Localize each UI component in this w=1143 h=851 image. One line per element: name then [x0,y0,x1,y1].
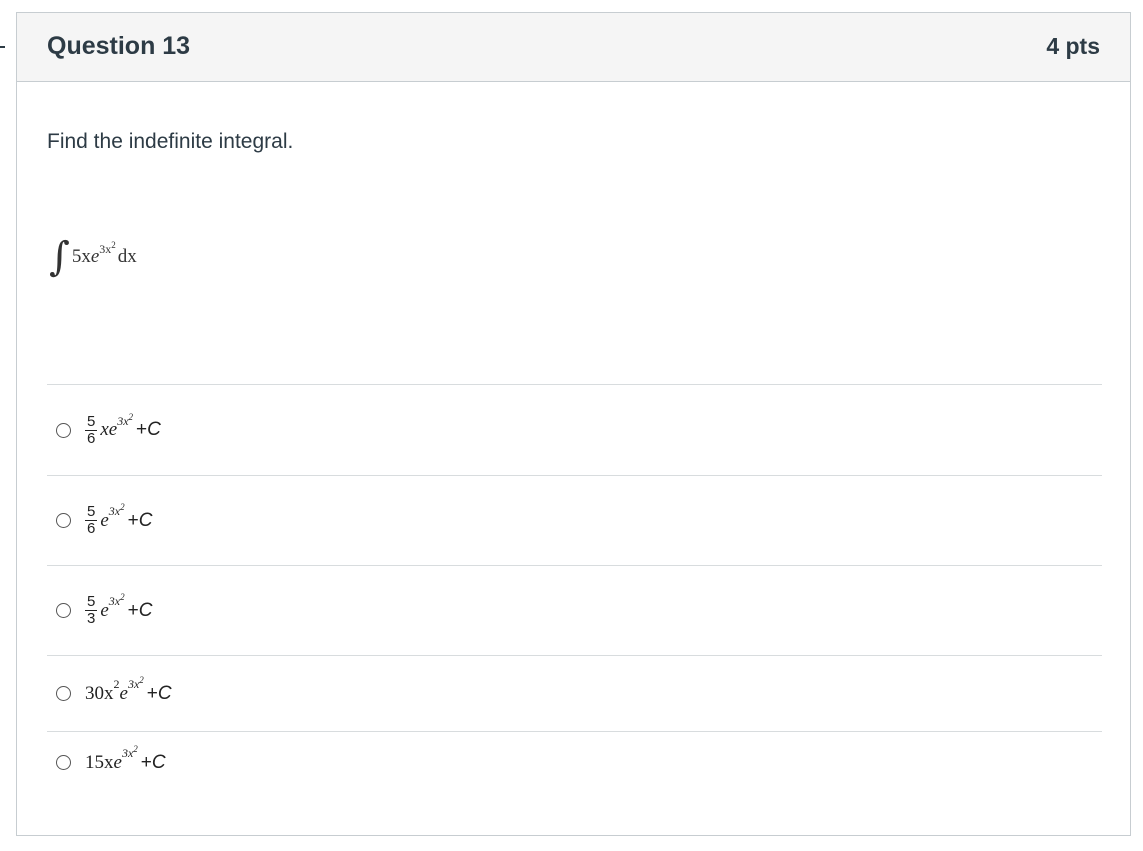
question-points: 4 pts [1046,33,1100,59]
constant-c: C [147,419,161,440]
answer-option-5[interactable]: 15x e 3x2 + C [47,731,1102,793]
plus-sign: + [140,751,152,773]
question-card: Question 13 4 pts Find the indefinite in… [16,12,1131,836]
answer-term: xe [100,419,118,440]
radio-button[interactable] [56,686,71,701]
constant-c: C [138,599,153,621]
radio-button[interactable] [56,603,71,618]
radio-button[interactable] [56,755,71,770]
integral-expression: ∫ 5x e 3x2 dx [49,229,137,277]
answer-list: 5 6 xe 3x2 + C 5 6 e 3x2 + C 5 3 e 3x2 +… [47,384,1102,793]
answer-exponent: 3x [108,504,121,518]
answer-term: e [100,599,109,621]
answer-exponent: 3x [117,413,129,428]
fraction-denominator: 6 [85,429,98,447]
answer-lead-term: 15x [85,751,114,773]
answer-term: e [100,509,109,531]
answer-lead-power: 2 [113,677,120,691]
answer-exponent: 3x [127,677,140,691]
fraction: 5 6 [85,503,98,537]
answer-option-4[interactable]: 30x 2 e 3x2 + C [47,655,1102,731]
answer-term: e [119,682,128,704]
fraction-numerator: 5 [87,503,96,520]
fraction-denominator: 3 [85,610,98,627]
fraction-numerator: 5 [87,412,96,430]
answer-math: 30x 2 e 3x2 + C [85,675,172,705]
integrand-base: e [90,246,100,267]
constant-c: C [157,682,172,704]
integrand-exponent-power: 2 [111,240,116,250]
left-edge-marker [0,46,5,48]
plus-sign: + [127,509,139,531]
plus-sign: + [127,599,139,621]
answer-exponent: 3x [121,746,134,760]
answer-exponent-power: 2 [133,744,138,754]
answer-option-1[interactable]: 5 6 xe 3x2 + C [47,384,1102,475]
question-title: Question 13 [47,32,191,60]
plus-sign: + [146,682,158,704]
answer-term: e [113,751,122,773]
fraction-denominator: 6 [85,520,98,537]
constant-c: C [138,509,153,531]
answer-exponent: 3x [108,594,121,608]
answer-exponent-power: 2 [128,411,134,422]
question-prompt: Find the indefinite integral. [47,130,294,153]
radio-button[interactable] [56,513,71,528]
answer-math: 15x e 3x2 + C [85,744,166,774]
integral-sign: ∫ [49,234,70,280]
answer-math: 5 6 e 3x2 + C [85,502,153,537]
question-header: Question 13 4 pts [17,13,1130,82]
constant-c: C [151,751,166,773]
radio-button[interactable] [56,422,71,438]
fraction-numerator: 5 [87,593,96,610]
answer-math: 5 6 xe 3x2 + C [85,411,161,447]
fraction: 5 6 [85,412,98,447]
integrand-coefficient: 5x [71,246,91,267]
answer-exponent-power: 2 [139,675,144,685]
answer-option-3[interactable]: 5 3 e 3x2 + C [47,565,1102,655]
answer-exponent-power: 2 [120,592,125,602]
integral-differential: dx [117,246,137,267]
answer-math: 5 3 e 3x2 + C [85,592,153,627]
integrand-exponent: 3x [99,242,112,256]
plus-sign: + [136,419,148,440]
fraction: 5 3 [85,593,98,627]
answer-option-2[interactable]: 5 6 e 3x2 + C [47,475,1102,565]
answer-lead-term: 30x [85,682,114,704]
answer-exponent-power: 2 [120,502,125,512]
